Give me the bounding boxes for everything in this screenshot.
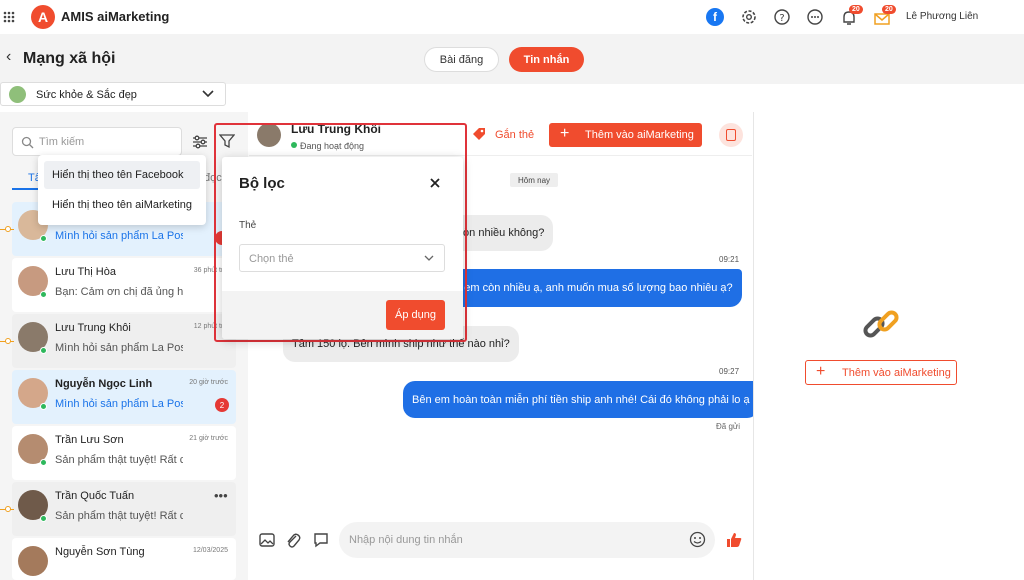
online-dot bbox=[40, 459, 47, 466]
apply-button[interactable]: Áp dụng bbox=[386, 300, 445, 330]
message-preview: Sản phẩm thật tuyệt! Rất cả bbox=[55, 510, 183, 522]
message-time: 09:27 bbox=[719, 367, 740, 376]
quick-reply-icon[interactable] bbox=[312, 531, 330, 549]
attachment-icon[interactable] bbox=[285, 531, 301, 549]
time-label: 20 giờ trước bbox=[189, 379, 228, 386]
app-name: AMIS aiMarketing bbox=[61, 9, 170, 24]
tag-select[interactable]: Chọn thẻ bbox=[239, 244, 445, 272]
category-label: Sức khỏe & Sắc đẹp bbox=[36, 89, 137, 101]
facebook-icon[interactable]: f bbox=[706, 8, 724, 26]
user-name[interactable]: Lê Phương Liên bbox=[906, 11, 978, 22]
sent-status: Đã gửi bbox=[716, 422, 741, 431]
message-preview: Sản phẩm thật tuyệt! Rất cả bbox=[55, 454, 183, 466]
online-dot bbox=[40, 291, 47, 298]
conversation-item[interactable]: Nguyễn Sơn Tùng 12/03/2025 bbox=[12, 538, 236, 580]
dialog-title: Bộ lọc bbox=[239, 175, 285, 192]
conversation-item[interactable]: Trần Lưu Sơn Sản phẩm thật tuyệt! Rất cả… bbox=[12, 426, 236, 480]
add-to-aimarketing-button[interactable]: + Thêm vào aiMarketing bbox=[549, 123, 702, 147]
right-add-label: Thêm vào aiMarketing bbox=[842, 367, 951, 379]
top-bar: A AMIS aiMarketing f ? 20 20 Lê Phương L… bbox=[0, 0, 1024, 34]
conversation-item[interactable]: Lưu Trung Khôi Mình hỏi sản phẩm La Poss… bbox=[12, 314, 236, 368]
contact-name: Trần Lưu Sơn bbox=[55, 434, 124, 446]
gear-icon[interactable] bbox=[740, 8, 758, 26]
app-logo[interactable]: A bbox=[31, 5, 55, 29]
panel-toggle-icon[interactable] bbox=[719, 123, 743, 147]
connector-dot bbox=[5, 226, 11, 232]
online-dot bbox=[40, 347, 47, 354]
emoji-icon[interactable] bbox=[689, 531, 706, 548]
menu-item-aimarketing-name[interactable]: Hiển thị theo tên aiMarketing bbox=[44, 191, 200, 219]
tab-messages[interactable]: Tin nhắn bbox=[509, 47, 584, 72]
connector-dot bbox=[5, 506, 11, 512]
page-title: Mạng xã hội bbox=[23, 50, 116, 67]
search-icon bbox=[21, 136, 34, 149]
date-chip: Hôm nay bbox=[510, 173, 559, 187]
message-preview: Mình hỏi sản phẩm La Poss bbox=[55, 230, 183, 242]
message-input[interactable]: Nhập nội dung tin nhắn bbox=[339, 522, 715, 558]
contact-name: Lưu Trung Khôi bbox=[55, 322, 131, 334]
image-icon[interactable] bbox=[259, 532, 275, 548]
conversation-item[interactable]: Lưu Thị Hòa Bạn: Cảm ơn chị đã ủng hộ 36… bbox=[12, 258, 236, 312]
menu-item-facebook-name[interactable]: Hiển thị theo tên Facebook bbox=[44, 161, 200, 189]
tag-field-label: Thẻ bbox=[239, 220, 257, 231]
category-select[interactable]: Sức khỏe & Sắc đẹp bbox=[0, 82, 226, 106]
tag-select-placeholder: Chọn thẻ bbox=[249, 253, 294, 265]
contact-info-panel bbox=[753, 112, 1024, 580]
close-icon[interactable] bbox=[429, 177, 441, 189]
page-header: ‹ Mạng xã hội Bài đăng Tin nhắn bbox=[0, 34, 1024, 84]
like-icon[interactable] bbox=[725, 531, 743, 549]
online-dot bbox=[40, 515, 47, 522]
link-icon bbox=[863, 310, 899, 338]
more-circle-icon[interactable] bbox=[806, 8, 824, 26]
unread-badge: 2 bbox=[215, 398, 229, 412]
online-dot bbox=[40, 403, 47, 410]
help-icon[interactable]: ? bbox=[773, 8, 791, 26]
sliders-icon[interactable] bbox=[192, 134, 208, 150]
contact-name: Lưu Thị Hòa bbox=[55, 266, 116, 278]
dialog-footer: Áp dụng bbox=[222, 291, 463, 339]
message-preview: Bạn: Cảm ơn chị đã ủng hộ bbox=[55, 286, 183, 298]
online-dot bbox=[40, 235, 47, 242]
connector-dot bbox=[5, 338, 11, 344]
apps-grid-icon[interactable] bbox=[3, 11, 15, 23]
add-button-label: Thêm vào aiMarketing bbox=[585, 129, 694, 141]
notification-count-badge: 20 bbox=[849, 5, 863, 14]
tag-button[interactable]: Gắn thẻ bbox=[495, 129, 534, 141]
right-add-to-aimarketing-button[interactable]: + Thêm vào aiMarketing bbox=[805, 360, 957, 385]
svg-text:?: ? bbox=[779, 13, 784, 24]
message-time: 09:21 bbox=[719, 255, 740, 264]
message-preview: Mình hỏi sản phẩm La Poss bbox=[55, 342, 183, 354]
back-arrow-icon[interactable]: ‹ bbox=[6, 48, 11, 66]
tab-posts[interactable]: Bài đăng bbox=[424, 47, 499, 72]
tag-icon[interactable] bbox=[471, 126, 487, 142]
category-avatar bbox=[9, 86, 26, 103]
contact-name: Nguyễn Ngọc Linh bbox=[55, 378, 153, 390]
search-input[interactable]: Tìm kiếm bbox=[12, 127, 182, 156]
chevron-down-icon bbox=[424, 255, 434, 261]
chevron-down-icon bbox=[202, 90, 214, 98]
message-outgoing: ên em còn nhiều ạ, anh muốn mua số lượng… bbox=[440, 269, 742, 307]
more-options-icon[interactable]: ••• bbox=[214, 488, 228, 503]
time-label: 21 giờ trước bbox=[189, 435, 228, 442]
message-outgoing: Bên em hoàn toàn miễn phí tiền ship anh … bbox=[403, 381, 759, 418]
conversation-item[interactable]: Trần Quốc Tuấn Sản phẩm thật tuyệt! Rất … bbox=[12, 482, 236, 536]
search-placeholder: Tìm kiếm bbox=[39, 136, 85, 148]
contact-name: Trần Quốc Tuấn bbox=[55, 490, 135, 502]
conversation-item[interactable]: Nguyễn Ngọc Linh Mình hỏi sản phẩm La Po… bbox=[12, 370, 236, 424]
message-input-placeholder: Nhập nội dung tin nhắn bbox=[349, 534, 463, 546]
mail-count-badge: 20 bbox=[882, 5, 896, 14]
plus-icon: + bbox=[560, 125, 570, 142]
name-display-menu: Hiển thị theo tên Facebook Hiển thị theo… bbox=[38, 155, 206, 225]
avatar bbox=[18, 546, 48, 576]
plus-icon: + bbox=[816, 363, 826, 380]
message-preview: Mình hỏi sản phẩm La Poss bbox=[55, 398, 183, 410]
contact-name: Nguyễn Sơn Tùng bbox=[55, 546, 145, 558]
time-label: 12/03/2025 bbox=[192, 547, 228, 554]
filter-dialog: Bộ lọc Thẻ Chọn thẻ Áp dụng bbox=[222, 157, 463, 339]
